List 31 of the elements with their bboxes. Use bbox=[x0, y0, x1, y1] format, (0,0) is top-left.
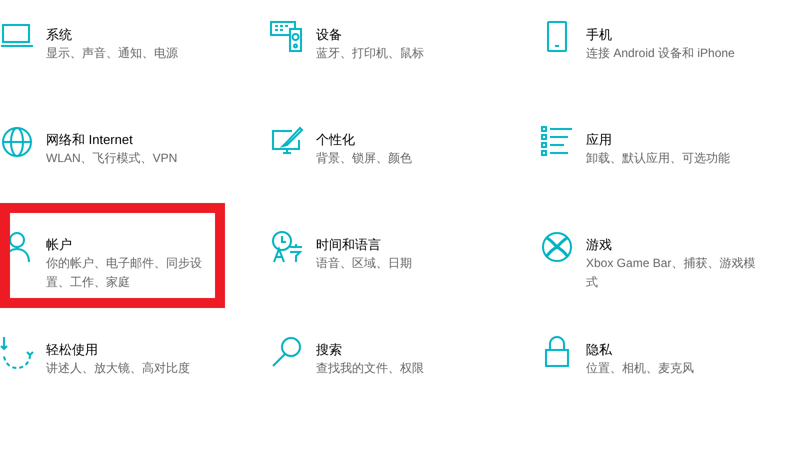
category-title[interactable]: 搜索 bbox=[316, 341, 486, 359]
search-icon bbox=[270, 335, 304, 369]
category-title[interactable]: 系统 bbox=[46, 26, 216, 44]
category-title[interactable]: 手机 bbox=[586, 26, 756, 44]
xbox-icon bbox=[540, 230, 574, 264]
category-description: 连接 Android 设备和 iPhone bbox=[586, 45, 736, 62]
category-description: 查找我的文件、权限 bbox=[316, 360, 425, 377]
category-description: 背景、锁屏、颜色 bbox=[316, 150, 413, 167]
category-title[interactable]: 轻松使用 bbox=[46, 341, 216, 359]
keyboard-speaker-icon bbox=[270, 20, 304, 54]
category-title[interactable]: 游戏 bbox=[586, 236, 756, 254]
category-description: 语音、区域、日期 bbox=[316, 255, 413, 272]
category-title[interactable]: 时间和语言 bbox=[316, 236, 486, 254]
clock-letter-icon bbox=[270, 230, 304, 264]
category-title[interactable]: 应用 bbox=[586, 131, 756, 149]
category-description: 卸载、默认应用、可选功能 bbox=[586, 150, 731, 167]
category-title[interactable]: 帐户 bbox=[46, 236, 216, 254]
category-description: 位置、相机、麦克风 bbox=[586, 360, 695, 377]
category-description: 显示、声音、通知、电源 bbox=[46, 45, 179, 62]
category-description: 讲述人、放大镜、高对比度 bbox=[46, 360, 191, 377]
category-description: Xbox Game Bar、捕获、游戏模式 bbox=[586, 255, 756, 291]
category-title[interactable]: 设备 bbox=[316, 26, 486, 44]
category-title[interactable]: 隐私 bbox=[586, 341, 756, 359]
accessibility-icon bbox=[0, 335, 34, 369]
list-icon bbox=[540, 125, 574, 159]
category-description: WLAN、飞行模式、VPN bbox=[46, 150, 178, 167]
category-description: 蓝牙、打印机、鼠标 bbox=[316, 45, 425, 62]
category-title[interactable]: 个性化 bbox=[316, 131, 486, 149]
globe-icon bbox=[0, 125, 34, 159]
category-title[interactable]: 网络和 Internet bbox=[46, 131, 216, 149]
category-description: 你的帐户、电子邮件、同步设置、工作、家庭 bbox=[46, 255, 203, 291]
